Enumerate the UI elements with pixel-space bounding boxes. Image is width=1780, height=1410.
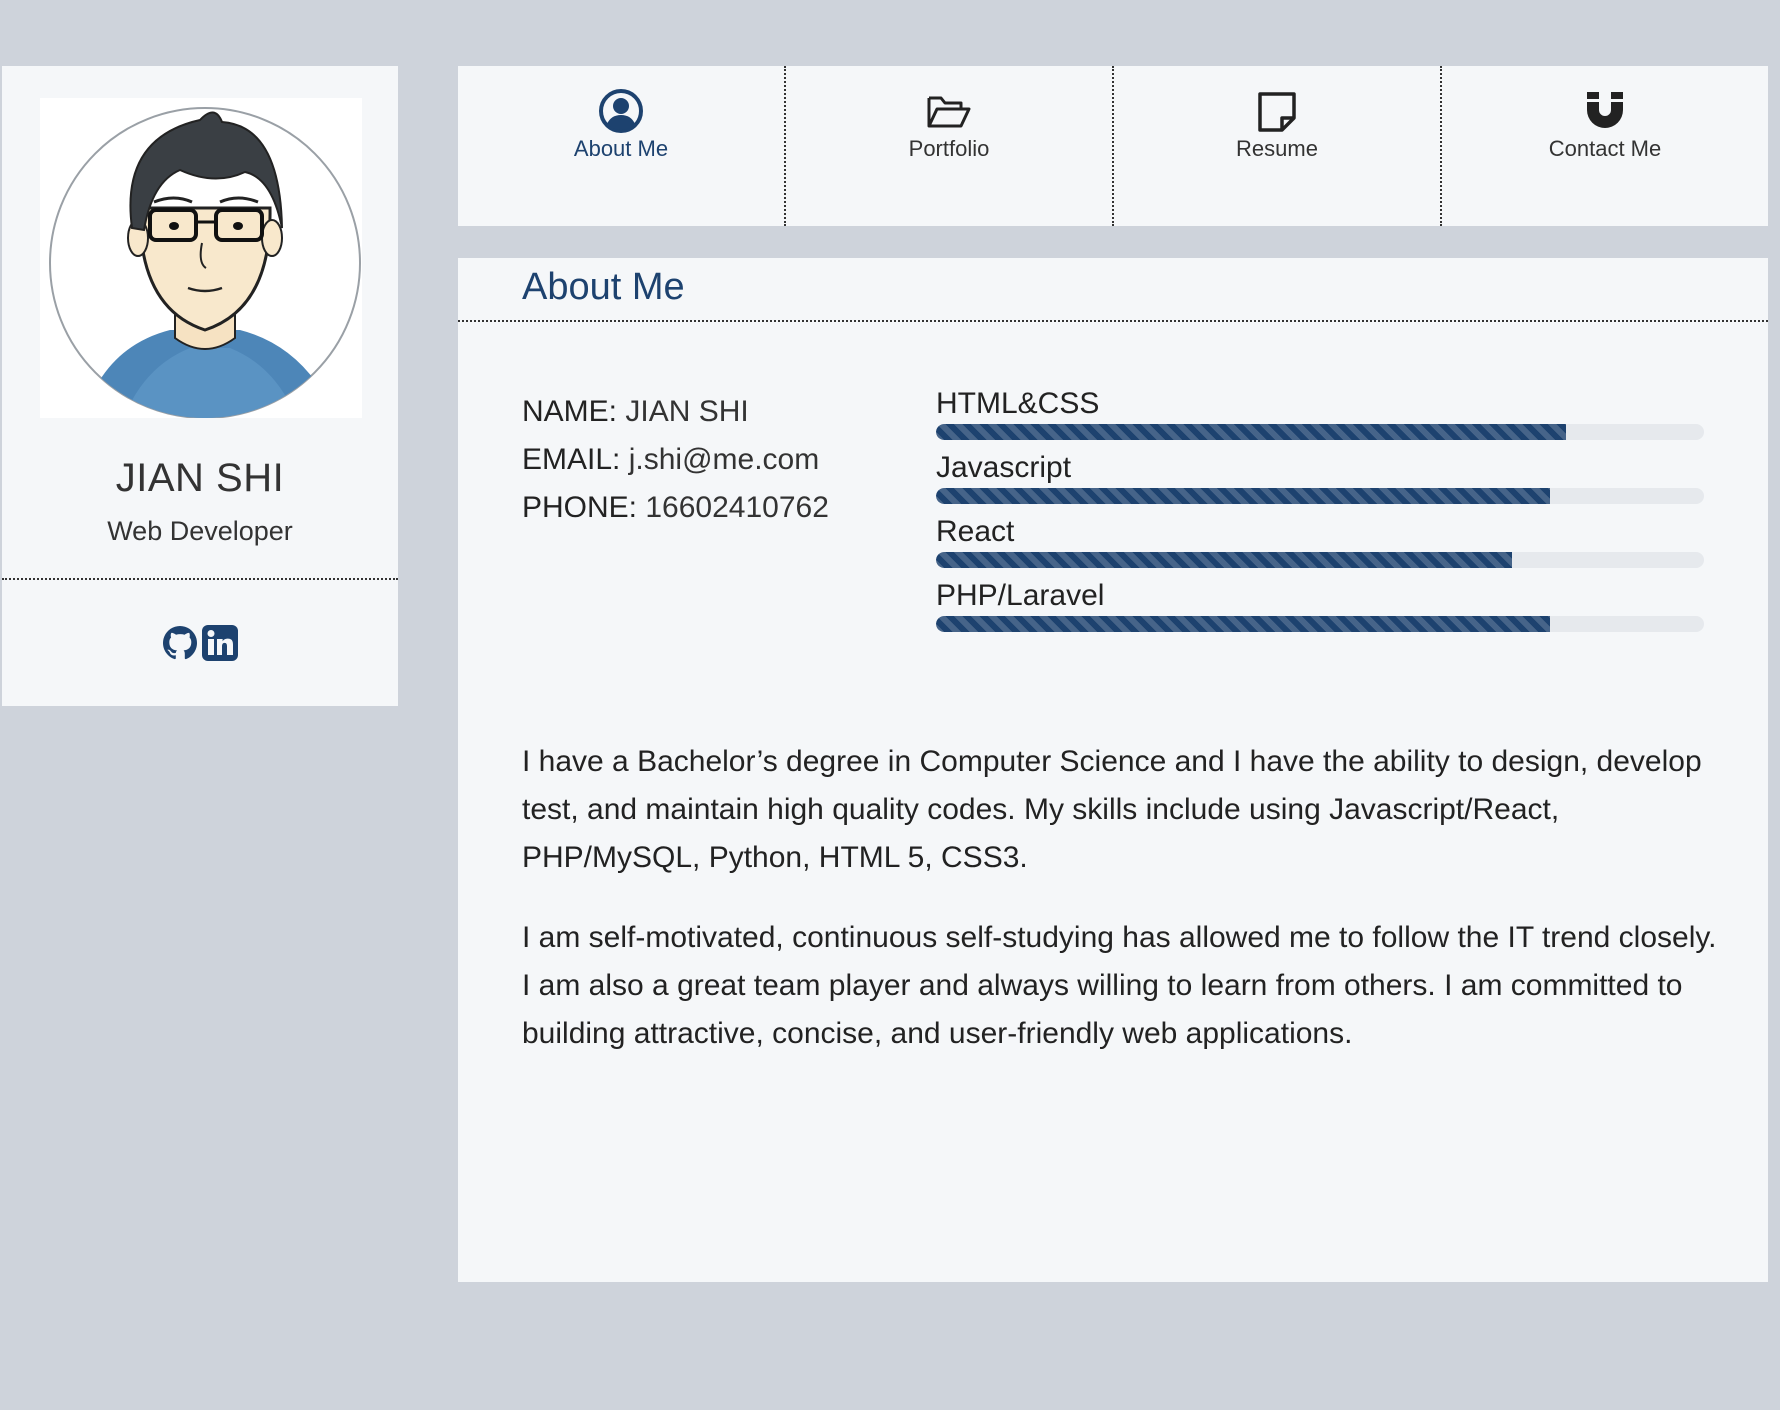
skill-name: PHP/Laravel bbox=[936, 579, 1105, 612]
info-phone: PHONE: 16602410762 bbox=[522, 484, 829, 532]
title-divider bbox=[458, 320, 1768, 322]
tab-portfolio[interactable]: Portfolio bbox=[784, 66, 1112, 226]
skill-progress-fill bbox=[936, 424, 1566, 440]
tab-contact-me-label: Contact Me bbox=[1548, 136, 1662, 161]
profile-divider bbox=[2, 578, 398, 580]
tab-portfolio-label: Portfolio bbox=[908, 136, 990, 161]
skill-name: HTML&CSS bbox=[936, 387, 1100, 420]
bio-paragraph: I am self-motivated, continuous self-stu… bbox=[522, 921, 1717, 1050]
tab-contact-me[interactable]: Contact Me bbox=[1440, 66, 1768, 226]
info-phone-key: PHONE: bbox=[522, 491, 638, 524]
skill-item: PHP/Laravel bbox=[936, 580, 1704, 644]
sticky-note-icon bbox=[1253, 88, 1301, 134]
social-links bbox=[2, 624, 398, 662]
bio-paragraph: I have a Bachelor’s degree in Computer S… bbox=[522, 745, 1702, 874]
tab-resume-label: Resume bbox=[1236, 136, 1318, 161]
profile-role: Web Developer bbox=[107, 516, 293, 546]
page-title: About Me bbox=[522, 266, 685, 308]
main-nav: About Me Portfolio Resume Contact Me bbox=[458, 66, 1768, 226]
linkedin-icon[interactable] bbox=[201, 624, 239, 662]
tab-about-me-label: About Me bbox=[573, 136, 669, 161]
info-email: EMAIL: j.shi@me.com bbox=[522, 436, 829, 484]
avatar bbox=[40, 98, 362, 418]
tab-about-me[interactable]: About Me bbox=[458, 66, 784, 226]
skill-progress-fill bbox=[936, 488, 1551, 504]
magnet-icon bbox=[1581, 88, 1629, 134]
skill-progress-bar bbox=[936, 552, 1704, 568]
info-name-key: NAME: bbox=[522, 395, 618, 428]
skill-progress-bar bbox=[936, 488, 1704, 504]
skills-list: HTML&CSS Javascript React PHP/Laravel bbox=[936, 388, 1704, 644]
info-name-value: JIAN SHI bbox=[625, 395, 749, 428]
profile-card: JIAN SHI Web Developer bbox=[2, 66, 398, 706]
skill-name: React bbox=[936, 515, 1015, 548]
skill-progress-fill bbox=[936, 616, 1551, 632]
profile-name: JIAN SHI bbox=[115, 456, 285, 500]
folder-open-icon bbox=[925, 88, 973, 134]
skill-name: Javascript bbox=[936, 451, 1072, 484]
skill-item: Javascript bbox=[936, 452, 1704, 516]
skill-progress-fill bbox=[936, 552, 1512, 568]
skill-progress-bar bbox=[936, 424, 1704, 440]
avatar-illustration bbox=[49, 107, 361, 418]
info-phone-value: 16602410762 bbox=[645, 491, 829, 524]
info-email-key: EMAIL: bbox=[522, 443, 621, 476]
tab-resume[interactable]: Resume bbox=[1112, 66, 1440, 226]
bio: I have a Bachelor’s degree in Computer S… bbox=[522, 738, 1722, 1090]
skill-item: HTML&CSS bbox=[936, 388, 1704, 452]
skill-item: React bbox=[936, 516, 1704, 580]
user-circle-icon bbox=[597, 88, 645, 134]
github-icon[interactable] bbox=[161, 624, 199, 662]
info-name: NAME: JIAN SHI bbox=[522, 388, 829, 436]
about-panel: About Me NAME: JIAN SHI EMAIL: j.shi@me.… bbox=[458, 258, 1768, 1282]
info-email-value: j.shi@me.com bbox=[628, 443, 820, 476]
skill-progress-bar bbox=[936, 616, 1704, 632]
contact-info: NAME: JIAN SHI EMAIL: j.shi@me.com PHONE… bbox=[522, 388, 829, 532]
